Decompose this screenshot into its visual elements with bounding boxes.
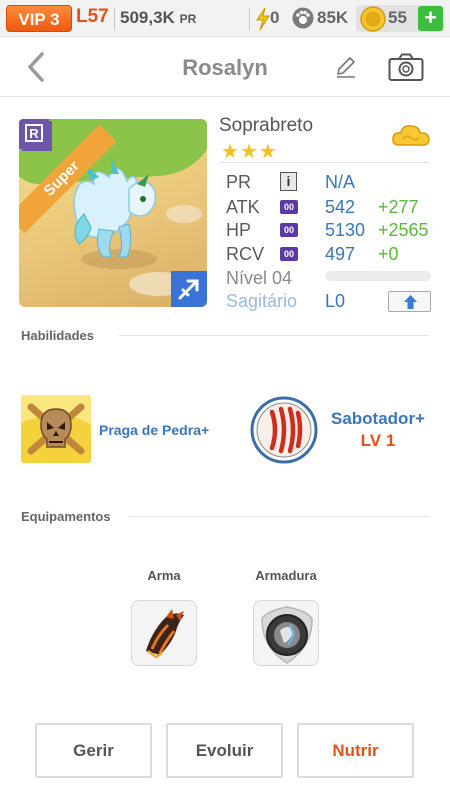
abilities-divider xyxy=(119,335,429,336)
camera-icon[interactable] xyxy=(388,52,424,82)
zodiac-label: Sagitário xyxy=(226,291,298,311)
coins-value: 55 xyxy=(388,8,407,27)
stat-value-rcv: 497 xyxy=(325,244,356,264)
atk-gem-icon: 00 xyxy=(280,200,298,214)
divider xyxy=(249,8,250,30)
level-progress-bar xyxy=(325,271,431,281)
stat-label-atk: ATK xyxy=(226,197,260,217)
monster-name: Soprabreto xyxy=(219,115,314,136)
power-rating: 509,3K PR xyxy=(120,8,196,28)
up-arrow-icon xyxy=(404,295,417,309)
upgrade-button[interactable] xyxy=(388,291,431,312)
equipment-title: Equipamentos xyxy=(21,509,111,524)
stat-bonus-atk: +277 xyxy=(378,197,419,217)
player-level: L57 xyxy=(76,6,109,27)
page-title: Rosalyn xyxy=(182,55,268,80)
vip-badge[interactable]: VIP 3 xyxy=(6,5,72,32)
edit-pencil-icon[interactable] xyxy=(333,54,359,80)
sagittarius-badge xyxy=(171,271,207,307)
gold-coin-icon xyxy=(360,6,386,32)
stat-value-atk: 542 xyxy=(325,197,356,217)
skill1-name[interactable]: Praga de Pedra+ xyxy=(99,422,209,438)
weapon-slot[interactable] xyxy=(131,600,197,666)
weapon-claw-icon xyxy=(146,609,184,659)
equipment-divider xyxy=(129,516,429,517)
armor-slot[interactable] xyxy=(253,600,319,666)
stat-label-pr: PR xyxy=(226,172,252,192)
info-divider xyxy=(219,162,430,163)
abilities-title: Habilidades xyxy=(21,328,94,343)
armor-label: Armadura xyxy=(255,568,317,583)
hp-gem-icon: 00 xyxy=(280,223,298,237)
power-unit: PR xyxy=(179,12,197,26)
feed-button[interactable]: Nutrir xyxy=(297,723,414,778)
evolve-button[interactable]: Evoluir xyxy=(166,723,283,778)
element-cloud-icon[interactable] xyxy=(391,121,431,153)
status-bar: VIP 3 L57 509,3K PR 0 85K 55 + xyxy=(0,0,450,37)
zodiac-level: L0 xyxy=(325,291,346,311)
rarity-letter-overlay: R xyxy=(25,124,43,142)
stat-bonus-rcv: +0 xyxy=(378,244,399,264)
stat-value-hp: 5130 xyxy=(325,220,366,240)
star-rating: ★★★ xyxy=(221,141,278,163)
paw-value: 85K xyxy=(317,8,349,27)
divider xyxy=(114,8,115,30)
energy-value: 0 xyxy=(270,8,280,27)
skill2-level: LV 1 xyxy=(360,431,396,450)
manage-button[interactable]: Gerir xyxy=(35,723,152,778)
rarity-badge-overlay: R xyxy=(19,119,49,149)
stat-value-pr: N/A xyxy=(325,172,356,192)
skill2-name[interactable]: Sabotador+ xyxy=(318,409,438,429)
weapon-label: Arma xyxy=(147,568,181,583)
stone-plague-skull-icon xyxy=(21,395,91,463)
level-label: Nível 04 xyxy=(226,268,293,288)
info-icon[interactable]: i xyxy=(280,172,297,191)
rcv-gem-icon: 00 xyxy=(280,247,298,261)
skill1-icon[interactable] xyxy=(21,395,91,463)
title-bar: Rosalyn xyxy=(0,37,450,97)
sabotage-claw-icon[interactable] xyxy=(250,396,318,464)
stat-label-hp: HP xyxy=(226,220,252,240)
stat-label-rcv: RCV xyxy=(226,244,265,264)
paw-icon xyxy=(292,7,314,29)
add-coins-button[interactable]: + xyxy=(418,6,443,31)
sagittarius-arrow-icon xyxy=(178,279,199,300)
stat-bonus-hp: +2565 xyxy=(378,220,429,240)
armor-orb-icon xyxy=(261,606,313,664)
screen: VIP 3 L57 509,3K PR 0 85K 55 + Rosalyn S… xyxy=(0,0,450,800)
power-value: 509,3K xyxy=(120,8,175,27)
